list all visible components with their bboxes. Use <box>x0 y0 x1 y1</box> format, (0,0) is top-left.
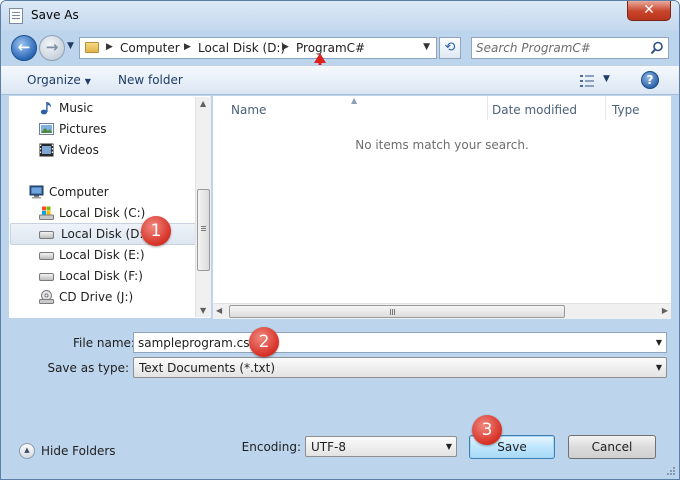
save-as-dialog: Save As ✕ ← → ▼ ▶ Computer ▶ Local Disk … <box>0 0 680 480</box>
sidebar-item-label: Videos <box>59 143 99 157</box>
column-divider[interactable] <box>605 96 606 120</box>
file-name-label: File name: <box>73 336 135 350</box>
chevron-down-icon: ▼ <box>84 77 91 86</box>
file-list: ▲ Name Date modified Type No items match… <box>213 96 671 318</box>
view-dropdown-icon[interactable]: ▼ <box>603 74 610 84</box>
organize-button[interactable]: Organize ▼ <box>27 73 91 87</box>
scrollbar-thumb[interactable] <box>229 305 565 318</box>
column-divider[interactable] <box>487 96 488 120</box>
search-icon[interactable] <box>650 41 664 55</box>
scroll-right-icon[interactable]: ▶ <box>662 306 668 315</box>
recent-pages-dropdown-icon[interactable]: ▼ <box>67 41 74 51</box>
sidebar-item-label: Pictures <box>59 122 107 136</box>
save-as-type-label: Save as type: <box>47 361 129 375</box>
pictures-icon <box>39 123 54 135</box>
sidebar-item-local-disk-d[interactable]: Local Disk (D:) <box>10 223 202 245</box>
sidebar-item-label: Local Disk (E:) <box>59 248 145 262</box>
view-options-icon[interactable] <box>579 74 595 88</box>
address-bar[interactable]: ▶ Computer ▶ Local Disk (D:) ▶ ProgramC#… <box>79 37 437 59</box>
title-bar: Save As ✕ <box>1 1 679 31</box>
organize-label: Organize <box>27 73 81 87</box>
cd-drive-icon <box>39 290 54 304</box>
breadcrumb-programcsharp[interactable]: ProgramC# <box>296 41 365 55</box>
scrollbar-thumb[interactable] <box>197 189 210 271</box>
sidebar-item-label: Local Disk (F:) <box>59 269 143 283</box>
step-badge-3: 3 <box>472 415 502 445</box>
encoding-select[interactable]: UTF-8 ▼ <box>305 436 457 457</box>
drive-icon <box>39 231 54 239</box>
chevron-right-icon[interactable]: ▶ <box>106 42 113 52</box>
folder-icon <box>85 42 99 53</box>
search-input[interactable] <box>476 40 646 56</box>
navigation-pane-scrollbar[interactable]: ▲ ▼ <box>195 97 211 317</box>
save-as-type-value: Text Documents (*.txt) <box>139 361 276 375</box>
chevron-right-icon[interactable]: ▶ <box>184 42 191 52</box>
chevron-down-icon[interactable]: ▼ <box>656 363 662 372</box>
sort-indicator-icon: ▲ <box>351 96 358 105</box>
videos-icon <box>39 143 54 157</box>
help-button[interactable]: ? <box>641 71 659 89</box>
scroll-up-icon[interactable]: ▲ <box>200 99 206 108</box>
chevron-up-icon: ▲ <box>19 443 35 459</box>
scroll-down-icon[interactable]: ▼ <box>200 306 206 315</box>
address-dropdown-icon[interactable]: ▼ <box>423 42 430 52</box>
music-icon <box>40 102 51 115</box>
step-badge-1: 1 <box>141 216 171 246</box>
breadcrumb-local-disk-d[interactable]: Local Disk (D:) <box>198 41 285 55</box>
save-as-type-select[interactable]: Text Documents (*.txt) ▼ <box>133 357 667 378</box>
drive-icon <box>39 273 54 281</box>
chevron-right-icon[interactable]: ▶ <box>282 42 289 52</box>
forward-button[interactable]: → <box>39 35 65 61</box>
step-badge-2: 2 <box>249 327 279 357</box>
back-button[interactable]: ← <box>11 35 37 61</box>
file-name-input[interactable] <box>138 335 638 350</box>
search-box[interactable] <box>471 37 669 59</box>
sidebar-item-label: Local Disk (D:) <box>61 227 149 241</box>
system-drive-icon <box>39 206 54 220</box>
chevron-down-icon[interactable]: ▼ <box>446 442 452 451</box>
sidebar-item-label: Computer <box>49 185 109 199</box>
drive-icon <box>39 252 54 260</box>
cancel-button[interactable]: Cancel <box>568 435 656 459</box>
computer-icon <box>29 185 44 199</box>
column-header-date-modified[interactable]: Date modified <box>492 103 577 117</box>
encoding-label: Encoding: <box>241 440 301 454</box>
column-header-name[interactable]: Name <box>231 103 266 117</box>
close-button[interactable]: ✕ <box>627 1 671 21</box>
new-folder-button[interactable]: New folder <box>118 73 183 87</box>
sidebar-item-label: Music <box>59 101 94 115</box>
navigation-pane: Music Pictures Videos Computer Local Dis… <box>9 96 211 318</box>
resize-grip-icon[interactable] <box>666 466 676 476</box>
window-title: Save As <box>31 8 79 22</box>
document-icon <box>9 8 23 24</box>
navigation-bar: ← → ▼ ▶ Computer ▶ Local Disk (D:) ▶ Pro… <box>1 31 679 63</box>
file-name-combobox[interactable]: ▼ <box>133 332 667 353</box>
hide-folders-label: Hide Folders <box>41 444 116 458</box>
scroll-left-icon[interactable]: ◀ <box>216 306 222 315</box>
file-list-horizontal-scrollbar[interactable]: ◀ ▶ <box>213 303 671 319</box>
chevron-down-icon[interactable]: ▼ <box>656 338 662 347</box>
sidebar-item-label: CD Drive (J:) <box>59 290 134 304</box>
breadcrumb-computer[interactable]: Computer <box>120 41 180 55</box>
column-header-type[interactable]: Type <box>612 103 640 117</box>
refresh-button[interactable]: ⟲ <box>439 37 461 59</box>
sidebar-item-label: Local Disk (C:) <box>59 206 146 220</box>
empty-state-message: No items match your search. <box>355 138 529 152</box>
command-toolbar: Organize ▼ New folder ▼ ? <box>1 65 679 95</box>
encoding-value: UTF-8 <box>311 440 346 454</box>
